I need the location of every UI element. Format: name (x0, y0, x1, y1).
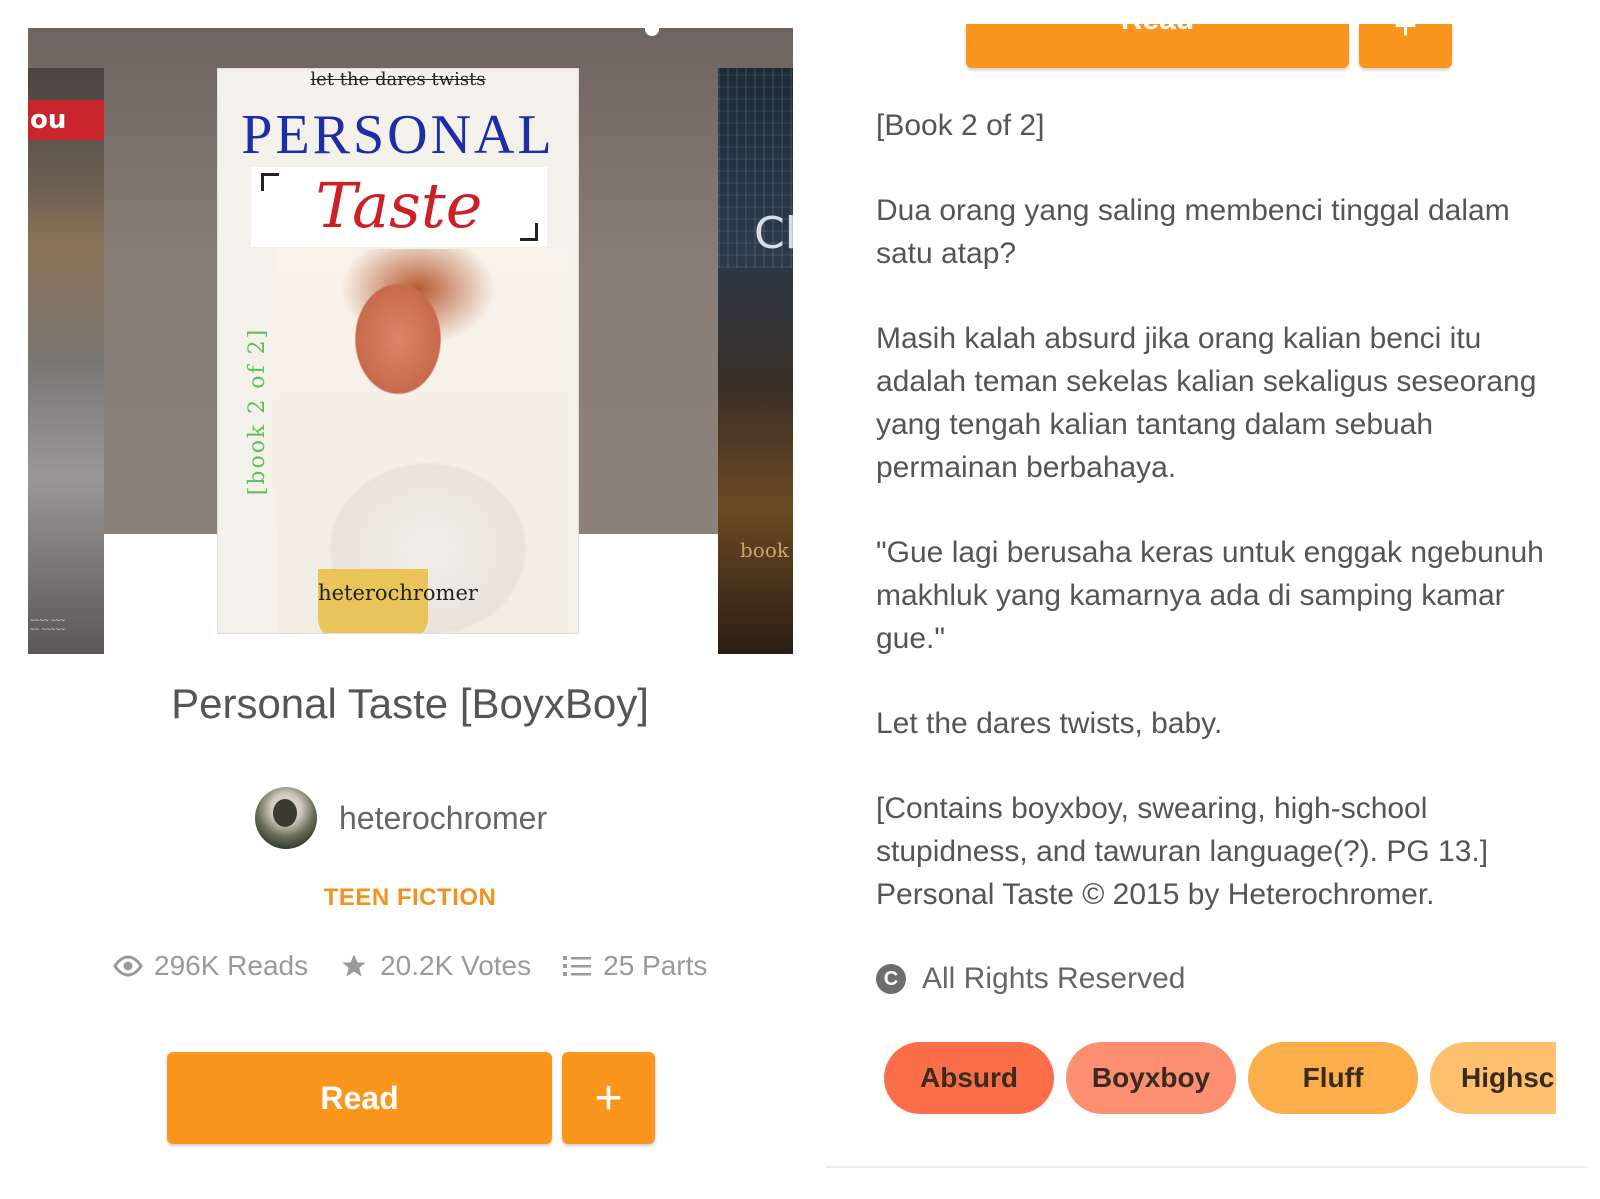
cover-carousel[interactable]: ou ~~~~ ~~~ ~~ ~~~~~ let the dares twists… (28, 28, 793, 654)
description-paragraph: Dua orang yang saling membenci tinggal d… (876, 194, 1510, 270)
add-to-library-button-top[interactable]: + (1359, 24, 1452, 68)
cover-author: heterochromer (318, 581, 478, 605)
votes-count: 20.2K Votes (380, 950, 532, 981)
category-link[interactable]: TEEN FICTION (0, 884, 820, 912)
cover-tagline: let the dares twists (310, 69, 486, 90)
story-description: [Book 2 of 2] Dua orang yang saling memb… (876, 104, 1556, 916)
previous-book-cover[interactable]: ou ~~~~ ~~~ ~~ ~~~~~ (28, 68, 104, 654)
description-paragraph: "Gue lagi berusaha keras untuk enggak ng… (876, 536, 1544, 655)
avatar[interactable] (255, 787, 317, 849)
add-to-library-button[interactable]: + (562, 1052, 655, 1144)
description-paragraph: Masih kalah absurd jika orang kalian ben… (876, 322, 1537, 484)
list-icon (561, 950, 593, 982)
previous-cover-small-print: ~~~~ ~~~ ~~ ~~~~~ (30, 616, 65, 634)
description-paragraph: [Book 2 of 2] (876, 109, 1045, 142)
section-divider (826, 1166, 1588, 1168)
reads-stat: 296K Reads (112, 950, 308, 982)
author-name[interactable]: heterochromer (339, 800, 547, 837)
cover-title-box: Taste (251, 167, 547, 247)
copyright-text: All Rights Reserved (922, 962, 1186, 995)
description-paragraph: Let the dares twists, baby. (876, 707, 1223, 740)
carousel-indicator (645, 28, 659, 36)
tag-fluff[interactable]: Fluff (1248, 1042, 1418, 1114)
cover-bracket-top-left (261, 173, 279, 191)
read-button-top-label: Read (1121, 24, 1194, 36)
copyright-icon: C (876, 964, 906, 994)
book-cover[interactable]: let the dares twists PERSONAL Taste [boo… (217, 68, 579, 634)
cover-subtitle: Taste (315, 169, 483, 242)
tag-absurd[interactable]: Absurd (884, 1042, 1054, 1114)
parts-count: 25 Parts (603, 950, 708, 981)
copyright-notice: C All Rights Reserved (876, 962, 1185, 996)
tag-highschool[interactable]: Highschool (1430, 1042, 1556, 1114)
cover-series-label: [book 2 of 2] (245, 327, 271, 496)
story-title: Personal Taste [BoyxBoy] (171, 680, 649, 727)
next-cover-text: book (740, 538, 790, 562)
next-cover-title: Cl (754, 208, 793, 259)
reads-count: 296K Reads (154, 950, 309, 981)
cover-bracket-bottom-right (520, 223, 538, 241)
story-overview-panel: ou ~~~~ ~~~ ~~ ~~~~~ let the dares twists… (0, 0, 820, 1199)
description-paragraph: [Contains boyxboy, swearing, high-school… (876, 792, 1489, 911)
read-button[interactable]: Read (167, 1052, 552, 1144)
cover-title: PERSONAL (241, 104, 555, 166)
author-link[interactable]: heterochromer (255, 786, 547, 850)
tag-boyxboy[interactable]: Boyxboy (1066, 1042, 1236, 1114)
star-icon (338, 950, 370, 982)
story-description-panel: Read + [Book 2 of 2] Dua orang yang sali… (820, 0, 1600, 1199)
next-book-cover[interactable]: Cl book (718, 68, 793, 654)
tag-list: Absurd Boyxboy Fluff Highschool (884, 1042, 1556, 1114)
eye-icon (112, 950, 144, 982)
votes-stat: 20.2K Votes (338, 950, 531, 982)
story-stats: 296K Reads 20.2K Votes 25 Parts (112, 950, 737, 982)
read-button-top[interactable]: Read (966, 24, 1349, 68)
previous-cover-text: ou (28, 100, 104, 140)
parts-stat: 25 Parts (561, 950, 707, 982)
